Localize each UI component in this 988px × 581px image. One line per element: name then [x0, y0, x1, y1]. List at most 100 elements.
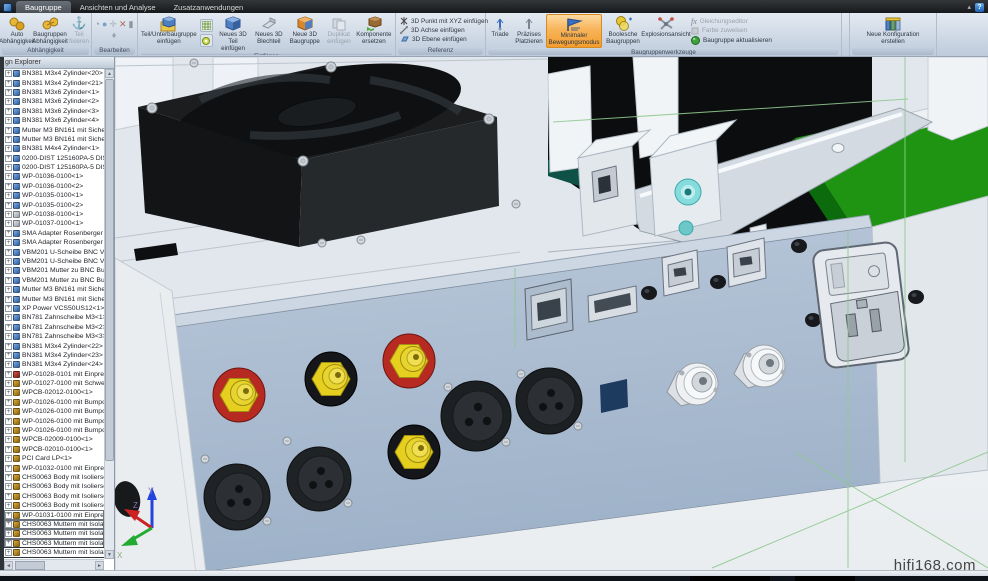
tree-row[interactable]: WP-01031-0100 mit Einpresste [4, 510, 104, 519]
boolean-assemblies-button[interactable]: Boolesche Baugruppen [603, 14, 643, 48]
tree-row[interactable]: CHS0063 Body mit Isoliersche [4, 492, 104, 501]
fix-part-button[interactable]: ⚓ Teil fixieren [68, 14, 90, 46]
scrollbar-thumb[interactable] [15, 561, 45, 570]
scroll-left-icon[interactable]: ◄ [4, 561, 13, 570]
expand-icon[interactable] [5, 89, 12, 96]
tree-row[interactable]: CHS0063 Muttern mit Isolation [4, 520, 104, 529]
expand-icon[interactable] [5, 474, 12, 481]
expand-icon[interactable] [5, 446, 12, 453]
triad-button[interactable]: Triade [488, 14, 512, 48]
tree-row[interactable]: 0200-DIST 125160PA-5 DIST F [4, 163, 104, 172]
replace-component-button[interactable]: Komponente ersetzen [355, 14, 393, 52]
tree-row[interactable]: WP-01036-0100<1> [4, 172, 104, 181]
tree-row[interactable]: Mutter M3 BN161 mit Sicherun [4, 125, 104, 134]
edit-tool-icon-5[interactable]: ▮ [129, 20, 134, 29]
tree-row[interactable]: CHS0063 Muttern mit Isolation [4, 529, 104, 538]
expand-icon[interactable] [5, 173, 12, 180]
expand-icon[interactable] [5, 314, 12, 321]
tree-row[interactable]: BN381 M3x6 Zylinder<3> [4, 107, 104, 116]
scroll-down-icon[interactable]: ▼ [105, 550, 114, 559]
tree-horizontal-scrollbar[interactable]: ◄ ► [4, 559, 104, 570]
tree-row[interactable]: BN381 M3x4 Zylinder<22> [4, 341, 104, 350]
expand-icon[interactable] [5, 333, 12, 340]
expand-icon[interactable] [5, 465, 12, 472]
expand-icon[interactable] [5, 80, 12, 87]
expand-icon[interactable] [5, 530, 12, 537]
expand-icon[interactable] [5, 117, 12, 124]
expand-icon[interactable] [5, 305, 12, 312]
rca-jack-red-1[interactable] [213, 368, 265, 422]
expand-icon[interactable] [5, 277, 12, 284]
rca-jack-black-1[interactable] [305, 352, 357, 406]
exploded-view-button[interactable]: Explosionsansicht [644, 14, 688, 48]
expand-icon[interactable] [5, 239, 12, 246]
expand-icon[interactable] [5, 343, 12, 350]
expand-icon[interactable] [5, 455, 12, 462]
taskbar-item[interactable] [690, 576, 770, 581]
equation-editor-button[interactable]: fx Gleichungseditor [691, 17, 787, 26]
expand-icon[interactable] [5, 108, 12, 115]
expand-icon[interactable] [5, 145, 12, 152]
expand-icon[interactable] [5, 512, 12, 519]
pattern-grid-button[interactable] [200, 19, 213, 32]
expand-icon[interactable] [5, 258, 12, 265]
side-slab[interactable] [928, 57, 988, 140]
expand-icon[interactable] [5, 211, 12, 218]
expand-icon[interactable] [5, 296, 12, 303]
tree-row[interactable]: BN381 M3x4 Zylinder<24> [4, 360, 104, 369]
tree-row[interactable]: WP-01026-0100 mit Bumpon s [4, 426, 104, 435]
edit-tool-icon-4[interactable]: ✕ [119, 20, 127, 29]
app-menu-icon[interactable] [3, 3, 12, 12]
expand-icon[interactable] [5, 389, 12, 396]
tree-row[interactable]: SMA Adapter Rosenberger 32 [4, 238, 104, 247]
expand-icon[interactable] [5, 202, 12, 209]
precise-place-button[interactable]: Präzises Platzieren [513, 14, 545, 48]
tree-row[interactable]: XP Power VCS50US12<1> [4, 304, 104, 313]
expand-icon[interactable] [5, 521, 12, 528]
tree-row[interactable]: WP-01028-0101 mit Einpresste [4, 370, 104, 379]
rca-jack-red-2[interactable] [383, 334, 435, 388]
tree-row[interactable]: WP-01036-0100<2> [4, 182, 104, 191]
expand-icon[interactable] [5, 155, 12, 162]
xlr-connector-3[interactable] [441, 381, 511, 451]
gear-button[interactable] [200, 34, 213, 47]
insert-3d-axis-button[interactable]: 3D Achse einfügen [400, 26, 488, 34]
tree-row[interactable]: BN781 Zahnscheibe M3<1> [4, 313, 104, 322]
rj45-port[interactable] [525, 279, 573, 340]
tree-row[interactable]: 0200-DIST 125160PA-5 DIST F [4, 154, 104, 163]
new-sheet-metal-button[interactable]: Neues 3D Blechteil [252, 14, 285, 52]
tree-vertical-scrollbar[interactable]: ▲ ▼ [104, 69, 114, 559]
iec-power-inlet[interactable] [812, 241, 910, 368]
expand-icon[interactable] [5, 502, 12, 509]
ribbon-tab[interactable]: Ansichten und Analyse [71, 1, 165, 13]
tree-row[interactable]: Mutter M3 BN161 mit Sicherun [4, 285, 104, 294]
firewire-port-1[interactable] [662, 250, 699, 296]
3d-viewport[interactable]: Y Z X hifi168.com [115, 57, 988, 570]
scrollbar-thumb[interactable] [105, 79, 114, 461]
ribbon-tab[interactable]: Baugruppe [16, 1, 71, 13]
tree-row[interactable]: BN781 Zahnscheibe M3<3> [4, 332, 104, 341]
assembly-dependency-button[interactable]: Baugruppen Abhängigkeit [33, 14, 67, 46]
tree-row[interactable]: WPCB-02009-0100<1> [4, 435, 104, 444]
expand-icon[interactable] [5, 324, 12, 331]
tree-row[interactable]: BN381 M3x4 Zylinder<20> [4, 69, 104, 78]
expand-icon[interactable] [5, 408, 12, 415]
expand-icon[interactable] [5, 427, 12, 434]
help-icon[interactable]: ? [975, 3, 984, 12]
tree-row[interactable]: Mutter M3 BN161 mit Sicherun [4, 294, 104, 303]
tree-row[interactable]: PCI Card LP<1> [4, 454, 104, 463]
new-3d-part-button[interactable]: Neues 3D Teil einfügen [215, 14, 252, 52]
tree-row[interactable]: BN381 M3x6 Zylinder<4> [4, 116, 104, 125]
expand-icon[interactable] [5, 192, 12, 199]
ribbon-tab[interactable]: Zusatzanwendungen [165, 1, 253, 13]
scroll-right-icon[interactable]: ► [95, 561, 104, 570]
expand-icon[interactable] [5, 183, 12, 190]
expand-icon[interactable] [5, 127, 12, 134]
expand-icon[interactable] [5, 540, 12, 547]
tree-row[interactable]: VBM201 Mutter zu BNC Buche [4, 276, 104, 285]
tree-row[interactable]: WP-01037-0100<1> [4, 219, 104, 228]
tree-row[interactable]: WP-01027-0100 mit Schweisst [4, 379, 104, 388]
tree-row[interactable]: WP-01026-0100 mit Bumpon s [4, 398, 104, 407]
auto-dependency-button[interactable]: Auto Abhängigkeit [2, 14, 32, 46]
tree-row[interactable]: VBM201 Mutter zu BNC Buche [4, 266, 104, 275]
